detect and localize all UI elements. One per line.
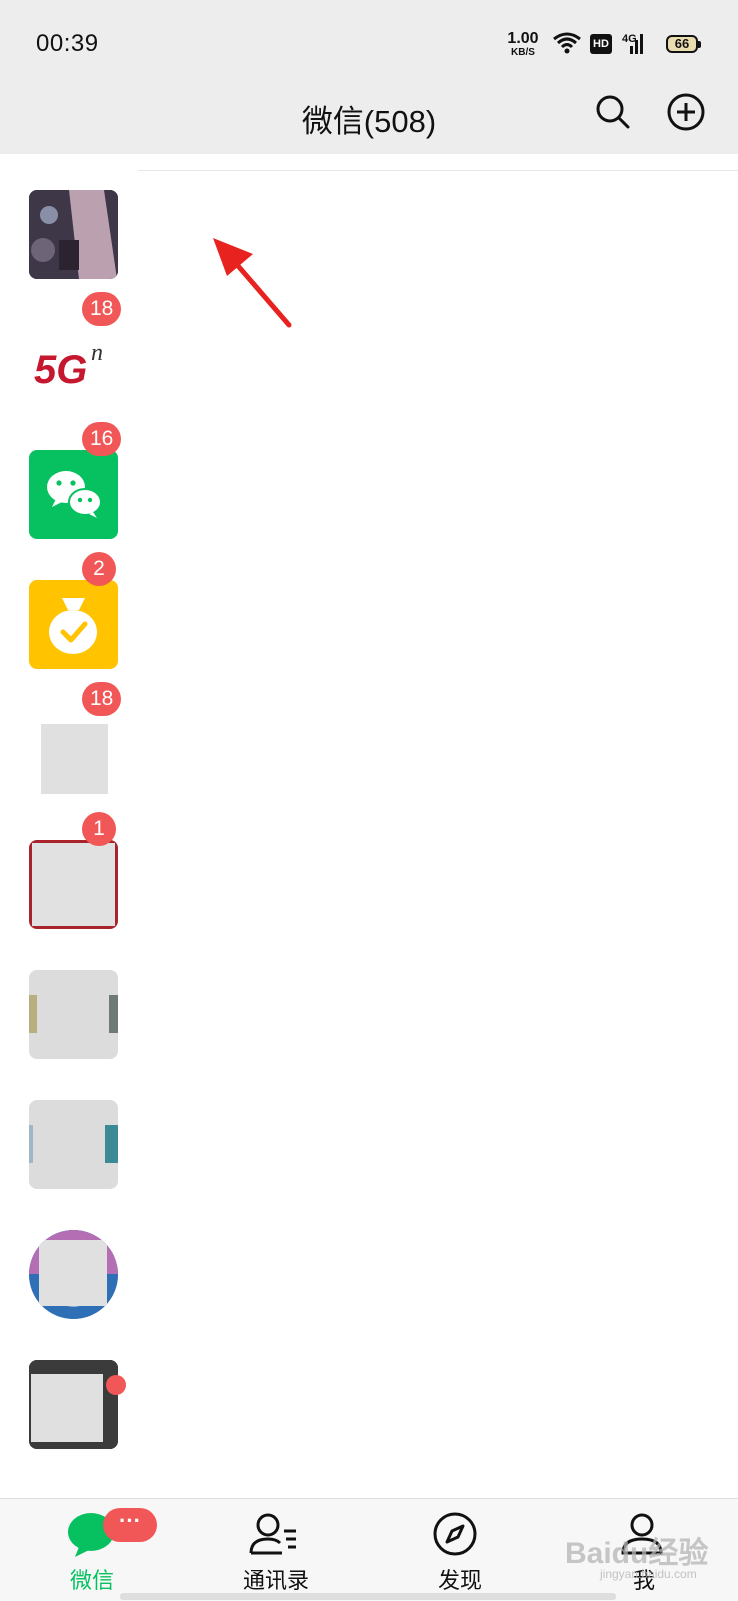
wechat-logo-icon	[47, 471, 102, 518]
battery-indicator: 66	[666, 35, 701, 53]
chat-row[interactable]	[0, 154, 738, 286]
svg-text:n: n	[91, 340, 103, 366]
blurred-avatar-image	[39, 1240, 107, 1306]
avatar	[29, 450, 118, 539]
blurred-avatar-image	[31, 1374, 103, 1442]
avatar	[29, 580, 118, 669]
blurred-avatar-image	[41, 724, 108, 794]
unread-dot	[106, 1375, 126, 1395]
tab-label: 微信	[69, 1568, 114, 1593]
network-speed: 1.00 KB/S	[505, 31, 541, 58]
avatar	[29, 1100, 118, 1189]
unread-badge: 1	[82, 812, 116, 846]
chat-row[interactable]: 18	[0, 674, 738, 806]
avatar-edge	[109, 995, 118, 1033]
chat-row[interactable]	[0, 934, 738, 1066]
svg-text:5G: 5G	[34, 348, 87, 392]
avatar: 5G n	[29, 320, 118, 409]
watermark: Baidu经验	[565, 1537, 709, 1570]
tab-discover[interactable]: 发现	[368, 1499, 552, 1601]
tab-label: 通讯录	[242, 1568, 309, 1593]
avatar	[29, 1230, 118, 1319]
unread-badge: 2	[82, 552, 116, 586]
compass-icon	[433, 1512, 477, 1556]
chat-list: 5G n 18 16 2 18 1	[0, 154, 738, 1498]
tab-badge: ···	[103, 1508, 157, 1542]
tab-contacts[interactable]: 通讯录	[184, 1499, 368, 1601]
avatar	[29, 970, 118, 1059]
5g-logo-icon: 5G n	[34, 340, 103, 392]
watermark-url: jingyan.baidu.com	[600, 1567, 697, 1581]
chat-row[interactable]: 5G n 18	[0, 284, 738, 416]
wifi-icon	[553, 32, 581, 54]
avatar-edge	[29, 995, 37, 1033]
search-icon[interactable]	[593, 92, 633, 132]
network-speed-unit: KB/S	[511, 47, 535, 58]
status-bar: 00:39 1.00 KB/S HD 4G 66	[0, 0, 738, 86]
wallet-bag-icon	[49, 598, 97, 654]
avatar	[29, 710, 118, 799]
avatar	[29, 1360, 118, 1449]
chat-row[interactable]: 1	[0, 804, 738, 936]
header-bar: 微信(508)	[0, 86, 738, 154]
network-type: 4G	[622, 33, 637, 45]
hd-badge: HD	[590, 34, 612, 54]
add-icon[interactable]	[666, 92, 706, 132]
chat-row[interactable]	[0, 1064, 738, 1196]
network-speed-value: 1.00	[507, 30, 539, 47]
unread-badge: 16	[82, 422, 122, 456]
blurred-avatar-image	[32, 843, 115, 926]
tab-chats[interactable]: ··· 微信	[0, 1499, 184, 1601]
unread-badge: 18	[82, 682, 122, 716]
status-time: 00:39	[36, 30, 99, 57]
chat-row[interactable]: 2	[0, 544, 738, 676]
tab-label: 发现	[437, 1568, 482, 1593]
chat-row[interactable]: 16	[0, 414, 738, 546]
home-indicator[interactable]	[120, 1593, 616, 1600]
chat-row[interactable]	[0, 1194, 738, 1326]
unread-badge: 18	[82, 292, 122, 326]
contacts-icon	[249, 1513, 296, 1555]
avatar	[29, 190, 118, 279]
avatar-edge	[105, 1125, 118, 1163]
avatar	[29, 840, 118, 929]
annotation-arrow-icon	[213, 238, 292, 328]
avatar-edge	[29, 1125, 33, 1163]
